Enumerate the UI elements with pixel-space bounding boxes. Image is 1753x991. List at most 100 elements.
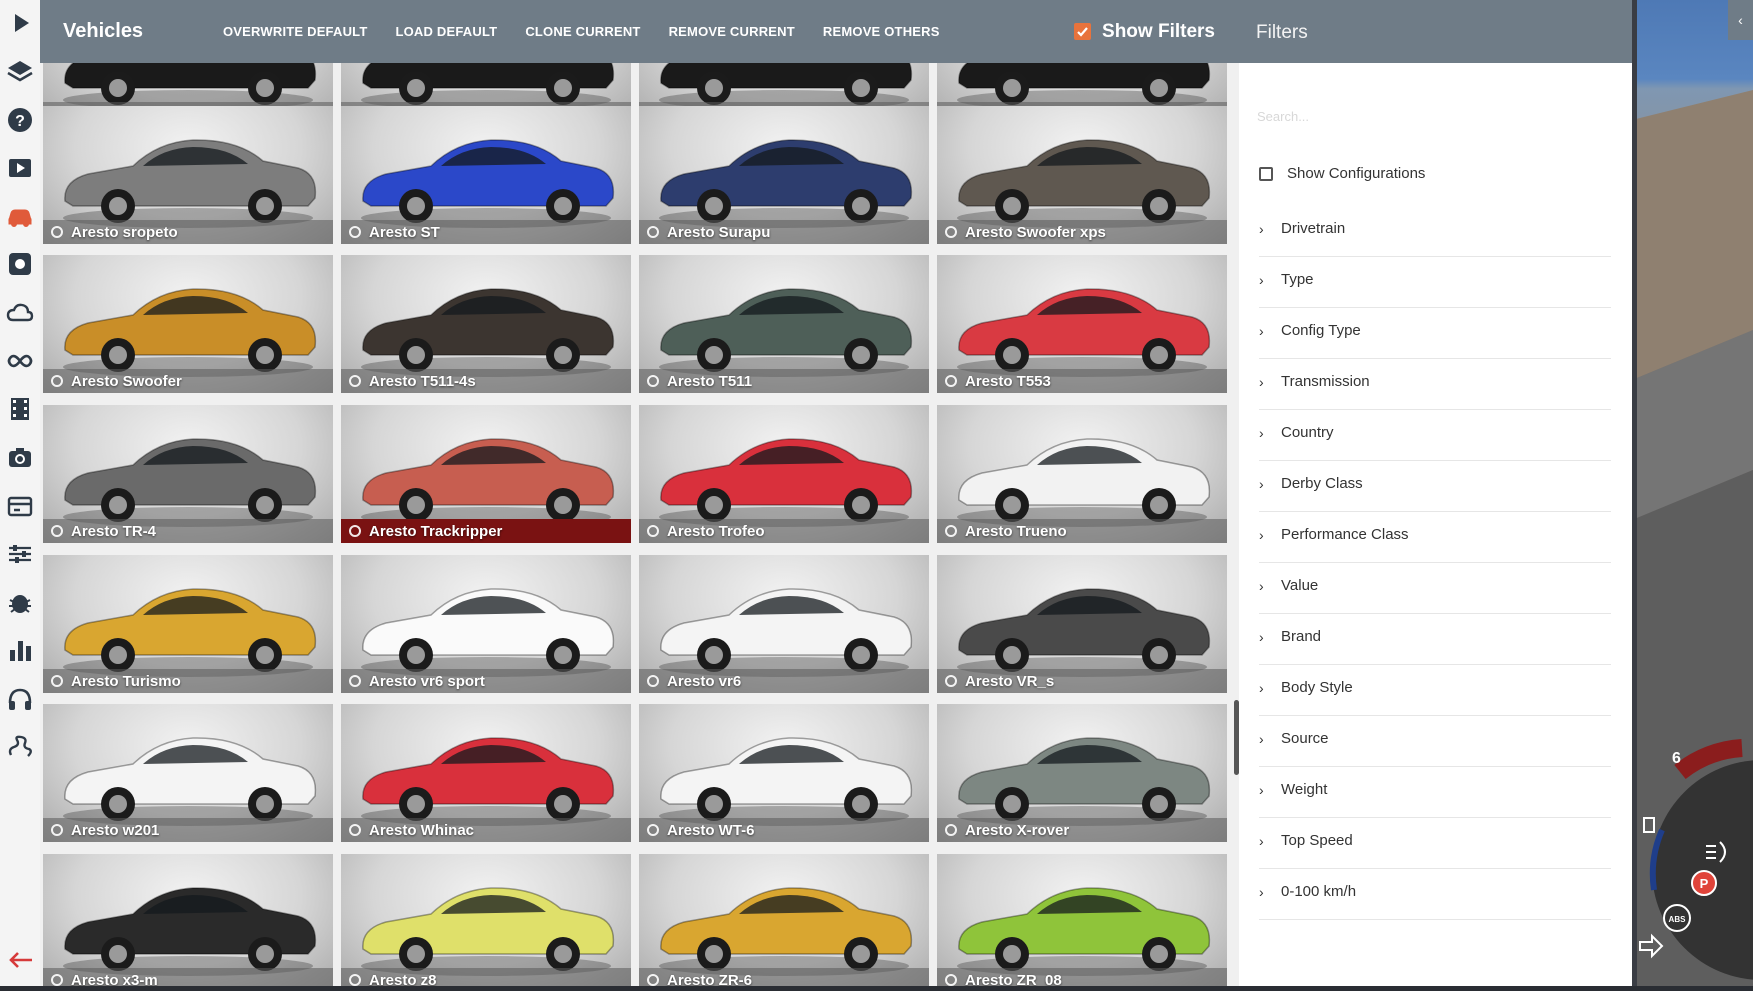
show-filters-toggle[interactable]: Show Filters [1074, 0, 1215, 63]
vehicle-tile[interactable]: Aresto ZR-6 [639, 854, 929, 986]
filter-category-country[interactable]: › Country [1259, 405, 1611, 461]
vehicle-tile[interactable]: Aresto z8 [341, 854, 631, 986]
filter-category-weight[interactable]: › Weight [1259, 762, 1611, 818]
camera-icon[interactable] [4, 441, 36, 473]
vehicle-label-bar: Aresto Surapu [639, 220, 929, 244]
headphones-icon[interactable] [4, 683, 36, 715]
vehicle-tile[interactable]: Aresto TR-4 [43, 405, 333, 543]
vehicle-tile[interactable]: Aresto ZR_08 [937, 854, 1227, 986]
vehicle-tile[interactable]: Aresto VR_s [937, 555, 1227, 693]
filter-category-source[interactable]: › Source [1259, 711, 1611, 767]
vehicle-info-icon [647, 824, 659, 836]
filter-category-drivetrain[interactable]: › Drivetrain [1259, 201, 1611, 257]
gear-indicator: 6 [1672, 750, 1681, 767]
vehicle-tile[interactable]: Aresto Turismo [43, 555, 333, 693]
vehicle-thumbnail [659, 887, 913, 976]
car-icon[interactable] [4, 200, 36, 232]
vehicle-label-bar: Aresto vr6 sport [341, 669, 631, 693]
vehicle-tile[interactable]: Aresto T511 [639, 255, 929, 393]
chevron-left-icon: ‹ [1738, 12, 1743, 28]
vehicle-tile[interactable]: Aresto vr6 [639, 555, 929, 693]
collapse-panel-button[interactable]: ‹ [1728, 0, 1753, 40]
vehicle-tile[interactable]: Aresto ST [341, 106, 631, 244]
vehicle-tile[interactable]: Aresto Surapu [639, 106, 929, 244]
filter-category-body-style[interactable]: › Body Style [1259, 660, 1611, 716]
vehicle-thumbnail [957, 887, 1211, 976]
back-arrow-icon[interactable] [4, 944, 36, 976]
cloud-icon[interactable] [4, 297, 36, 329]
filter-category-transmission[interactable]: › Transmission [1259, 354, 1611, 410]
vehicle-label-bar: Aresto w201 [43, 818, 333, 842]
filter-category-derby-class[interactable]: › Derby Class [1259, 456, 1611, 512]
turn-arrow-icon [1639, 933, 1664, 959]
vehicle-tile[interactable]: Aresto Trackripper [341, 405, 631, 543]
vehicle-name: Aresto Whinac [369, 821, 475, 839]
vehicle-info-icon [349, 824, 361, 836]
vehicle-tile[interactable]: Aresto Swoofer xps [937, 106, 1227, 244]
chevron-right-icon: › [1259, 424, 1264, 441]
vehicle-info-icon [51, 675, 63, 687]
chevron-right-icon: › [1259, 781, 1264, 798]
filter-category-label: Performance Class [1281, 526, 1409, 543]
filter-category-config-type[interactable]: › Config Type [1259, 303, 1611, 359]
vehicle-label-bar: Aresto ST [341, 220, 631, 244]
filter-category-label: Country [1281, 424, 1334, 441]
vehicle-name: Aresto Turismo [71, 672, 181, 690]
filter-category-label: Top Speed [1281, 832, 1353, 849]
vehicle-tile[interactable]: Aresto sropeto [43, 106, 333, 244]
vehicle-info-icon [51, 974, 63, 986]
vehicle-tile[interactable]: Aresto WT-6 [639, 704, 929, 842]
vehicle-info-icon [647, 226, 659, 238]
vehicle-tile[interactable]: Aresto x3-m [43, 854, 333, 986]
filter-search-input[interactable] [1255, 103, 1619, 129]
remove-others-button[interactable]: REMOVE OTHERS [823, 24, 940, 39]
vehicle-label-bar: Aresto ZR-6 [639, 968, 929, 986]
clone-current-button[interactable]: CLONE CURRENT [525, 24, 640, 39]
bar-chart-icon[interactable] [4, 634, 36, 666]
vehicles-header: Vehicles OVERWRITE DEFAULT LOAD DEFAULT … [40, 0, 1239, 63]
vehicle-tile[interactable]: Aresto w201 [43, 704, 333, 842]
vehicle-tile[interactable]: Aresto Whinac [341, 704, 631, 842]
vehicle-name: Aresto Surapu [667, 223, 771, 241]
filter-category-0-100-km-h[interactable]: › 0-100 km/h [1259, 864, 1611, 920]
filter-category-brand[interactable]: › Brand [1259, 609, 1611, 665]
video-play-icon[interactable] [4, 152, 36, 184]
vehicle-info-icon [945, 974, 957, 986]
overwrite-default-button[interactable]: OVERWRITE DEFAULT [223, 24, 367, 39]
vehicle-label-bar: Aresto Trofeo [639, 519, 929, 543]
vehicle-tile[interactable]: Aresto T511-4s [341, 255, 631, 393]
show-configurations-checkbox[interactable]: Show Configurations [1259, 165, 1425, 182]
vehicle-tile[interactable]: Aresto Trueno [937, 405, 1227, 543]
filter-category-top-speed[interactable]: › Top Speed [1259, 813, 1611, 869]
vehicle-tile[interactable]: Aresto X-rover [937, 704, 1227, 842]
play-icon[interactable] [4, 7, 36, 39]
infinity-icon[interactable] [4, 345, 36, 377]
bug-icon[interactable] [4, 586, 36, 618]
vehicle-tile[interactable]: Aresto Trofeo [639, 405, 929, 543]
vehicle-tile[interactable]: Aresto T553 [937, 255, 1227, 393]
help-icon[interactable]: ? [4, 104, 36, 136]
vehicle-info-icon [945, 525, 957, 537]
vehicle-name: Aresto Swoofer [71, 372, 182, 390]
sliders-icon[interactable] [4, 538, 36, 570]
vehicle-info-icon [349, 974, 361, 986]
card-icon[interactable] [4, 490, 36, 522]
vehicle-name: Aresto x3-m [71, 971, 158, 987]
path-icon[interactable] [4, 731, 36, 763]
film-icon[interactable] [4, 393, 36, 425]
vehicle-name: Aresto WT-6 [667, 821, 755, 839]
load-default-button[interactable]: LOAD DEFAULT [395, 24, 497, 39]
chevron-right-icon: › [1259, 577, 1264, 594]
chevron-right-icon: › [1259, 679, 1264, 696]
filter-category-label: Value [1281, 577, 1319, 594]
filter-category-label: Derby Class [1281, 475, 1363, 492]
filter-category-value[interactable]: › Value [1259, 558, 1611, 614]
vehicle-tile[interactable]: Aresto Swoofer [43, 255, 333, 393]
settings-icon[interactable] [4, 248, 36, 280]
filter-category-performance-class[interactable]: › Performance Class [1259, 507, 1611, 563]
vehicle-tile[interactable]: Aresto vr6 sport [341, 555, 631, 693]
vehicle-info-icon [945, 375, 957, 387]
remove-current-button[interactable]: REMOVE CURRENT [669, 24, 795, 39]
layers-icon[interactable] [4, 55, 36, 87]
filter-category-type[interactable]: › Type [1259, 252, 1611, 308]
